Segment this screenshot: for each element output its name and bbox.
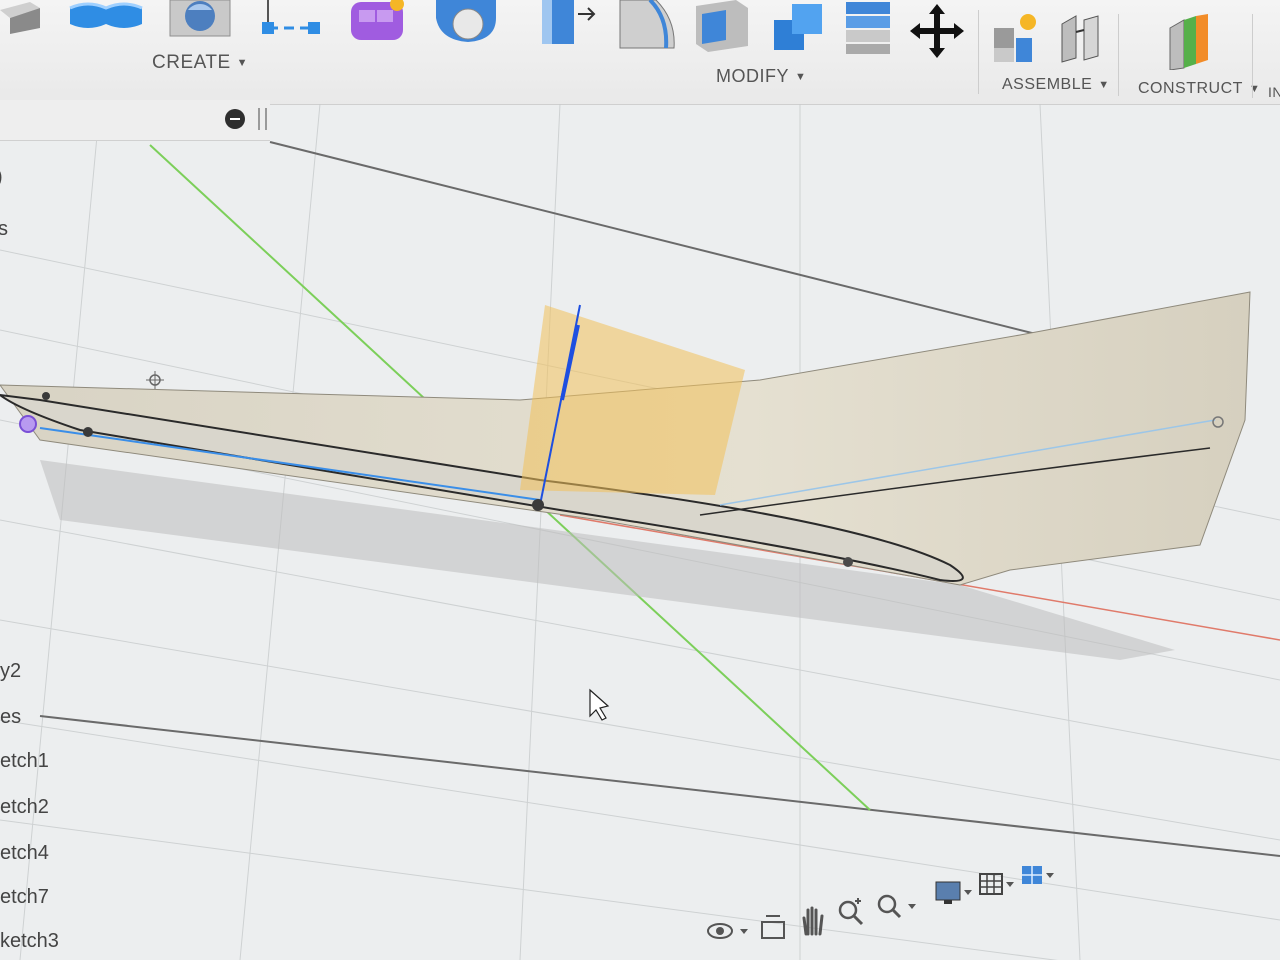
plane-icon[interactable]: [1164, 14, 1212, 70]
grid-settings-icon[interactable]: [976, 870, 1020, 900]
create-menu[interactable]: CREATE ▼: [152, 52, 248, 74]
form-icon[interactable]: [345, 0, 411, 44]
toolbar-separator: [978, 10, 979, 94]
chevron-down-icon: ▼: [1098, 78, 1110, 91]
look-at-icon[interactable]: [758, 912, 788, 942]
browser-panel-header: [0, 100, 270, 141]
inspect-label: IN: [1268, 84, 1280, 100]
browser-item-body[interactable]: y2: [0, 660, 21, 683]
browser-item-sketch7[interactable]: etch7: [0, 886, 49, 909]
mouse-cursor-icon: [589, 688, 610, 721]
assemble-menu[interactable]: ASSEMBLE ▼: [1002, 76, 1110, 94]
move-icon[interactable]: [910, 2, 964, 60]
pipe-icon[interactable]: [432, 0, 502, 46]
toolbar: CREATE ▼ MODIFY ▼ ASSEMBLE ▼ CONSTRUCT ▼…: [0, 0, 1280, 105]
sketch-point[interactable]: [843, 557, 853, 567]
modify-label: MODIFY: [716, 66, 789, 86]
panel-grip-icon[interactable]: [258, 108, 267, 130]
sketch-point-selected[interactable]: [19, 415, 37, 433]
grid-boundary-line: [39, 715, 1280, 857]
assemble-label: ASSEMBLE: [1002, 76, 1093, 93]
display-settings-icon[interactable]: [932, 878, 976, 908]
browser-item-sketch4[interactable]: etch4: [0, 842, 49, 865]
light-icon: [146, 371, 164, 389]
modify-menu[interactable]: MODIFY ▼: [716, 66, 806, 87]
sketch-plane[interactable]: [520, 305, 745, 495]
construct-menu[interactable]: CONSTRUCT ▼: [1138, 80, 1260, 98]
collapse-panel-icon[interactable]: [225, 109, 245, 129]
browser-item-sketches-folder[interactable]: es: [0, 706, 21, 729]
browser-item-sketch1[interactable]: etch1: [0, 750, 49, 773]
create-label: CREATE: [152, 52, 231, 73]
browser-item-partial[interactable]: ): [0, 166, 3, 189]
browser-item-partial[interactable]: s: [0, 218, 8, 241]
sketch-point[interactable]: [83, 427, 93, 437]
revolve-icon[interactable]: [68, 0, 146, 34]
chevron-down-icon: ▼: [1248, 82, 1261, 95]
zoom-icon[interactable]: [836, 896, 866, 928]
press-pull-icon[interactable]: [538, 0, 598, 48]
construct-label: CONSTRUCT: [1138, 80, 1243, 97]
sketch-line-icon[interactable]: [258, 0, 322, 40]
orbit-icon[interactable]: [704, 916, 750, 946]
toolbar-separator: [1118, 14, 1119, 96]
browser-item-sketch2[interactable]: etch2: [0, 796, 49, 819]
chevron-down-icon: ▼: [795, 71, 807, 84]
grid-boundary-line: [269, 141, 1061, 341]
pan-icon[interactable]: [798, 904, 828, 936]
fillet-icon[interactable]: [616, 0, 680, 50]
joint-icon[interactable]: [1058, 12, 1104, 64]
viewports-icon[interactable]: [1018, 862, 1062, 892]
sketch-point[interactable]: [42, 392, 50, 400]
hole-icon[interactable]: [166, 0, 238, 40]
inspect-menu[interactable]: IN: [1268, 84, 1280, 100]
new-component-icon[interactable]: [990, 12, 1042, 64]
canvas-viewport[interactable]: [0, 104, 1280, 960]
extrude-icon[interactable]: [0, 0, 44, 34]
sketch-point[interactable]: [532, 499, 544, 511]
stack-icon[interactable]: [842, 0, 896, 56]
combine-icon[interactable]: [768, 0, 830, 56]
shell-icon[interactable]: [692, 0, 754, 52]
toolbar-separator: [1252, 14, 1253, 98]
fit-icon[interactable]: [874, 890, 918, 922]
browser-item-sketch3[interactable]: ketch3: [0, 930, 59, 953]
chevron-down-icon: ▼: [236, 56, 249, 69]
